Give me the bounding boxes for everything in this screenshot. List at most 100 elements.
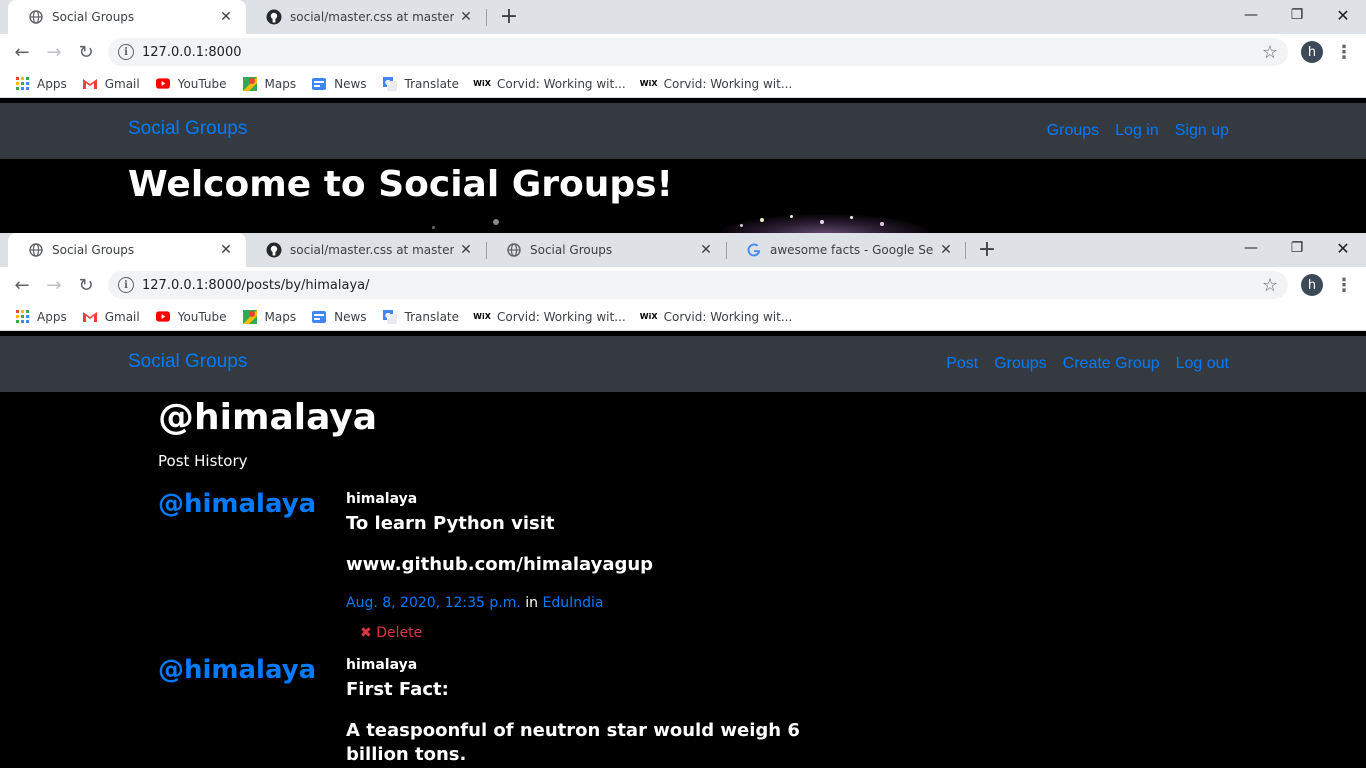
wix-icon: WiX [473,79,491,88]
nav-link-post[interactable]: Post [946,355,978,373]
bookmark-star-icon[interactable]: ☆ [1260,275,1280,296]
bookmark-label: News [334,309,367,324]
bookmark-label: Translate [404,309,460,324]
bookmark-label: Maps [264,309,297,324]
bookmark-translate[interactable]: G Translate [382,76,459,91]
site-brand[interactable]: Social Groups [128,118,247,140]
bookmark-news[interactable]: News [312,309,367,324]
back-button[interactable]: ← [8,271,36,299]
google-icon [746,242,762,258]
bookmark-youtube[interactable]: YouTube [155,77,227,91]
maps-icon [242,309,257,324]
menu-kebab-icon[interactable]: ⋮ [1334,273,1354,297]
tab-github[interactable]: social/master.css at master · Him ✕ [246,233,486,267]
close-icon[interactable]: ✕ [698,242,714,258]
address-url[interactable]: 127.0.0.1:8000/posts/by/himalaya/ [142,278,1260,293]
bookmark-news[interactable]: News [312,76,367,91]
address-url[interactable]: 127.0.0.1:8000 [142,45,1260,60]
bookmark-corvid-2[interactable]: WiX Corvid: Working wit... [640,77,792,91]
nav-links: Post Groups Create Group Log out [946,355,1229,373]
address-bar[interactable]: i 127.0.0.1:8000/posts/by/himalaya/ ☆ [108,271,1288,299]
bookmark-gmail[interactable]: Gmail [82,76,140,91]
bookmark-label: Gmail [104,76,140,91]
info-icon[interactable]: i [118,277,134,293]
restore-button[interactable]: ❐ [1274,233,1320,263]
delete-button[interactable]: ✖ Delete [360,625,422,641]
bookmark-label: Maps [264,76,297,91]
forward-button[interactable]: → [40,38,68,66]
reload-button[interactable]: ↻ [72,38,100,66]
globe-icon [506,242,522,258]
nav-link-login[interactable]: Log in [1115,122,1159,140]
github-icon [266,9,282,25]
back-button[interactable]: ← [8,38,36,66]
bookmark-label: Corvid: Working wit... [663,309,793,324]
close-icon[interactable]: ✕ [458,9,474,25]
tab-title: social/master.css at master · Him [290,10,454,24]
post-group-link[interactable]: EduIndia [542,595,603,611]
browser-toolbar: ← → ↻ i 127.0.0.1:8000 ☆ h ⋮ [0,34,1366,70]
window-close-button[interactable]: ✕ [1320,0,1366,30]
news-icon [312,310,327,324]
bookmark-translate[interactable]: G Translate [382,309,460,324]
nav-link-signup[interactable]: Sign up [1175,122,1229,140]
post-date-link[interactable]: Aug. 8, 2020, 12:35 p.m. [346,595,521,611]
new-tab-button[interactable]: + [497,5,521,29]
svg-text:G: G [385,79,391,87]
bookmark-label: Corvid: Working wit... [497,309,626,324]
new-tab-button[interactable]: + [975,238,999,262]
bookmark-youtube[interactable]: YouTube [155,310,227,324]
post-user-link[interactable]: @himalaya [158,489,316,519]
tab-social-groups[interactable]: Social Groups ✕ [8,0,246,34]
post-user-link[interactable]: @himalaya [158,655,316,685]
info-icon[interactable]: i [118,44,134,60]
apps-grid-icon [15,310,29,324]
bookmark-gmail[interactable]: Gmail [82,310,140,324]
nav-link-groups[interactable]: Groups [994,355,1046,373]
wix-icon: WiX [639,312,658,321]
bookmark-maps[interactable]: Maps [242,76,297,91]
tab-social-groups[interactable]: Social Groups ✕ [8,233,246,267]
nav-link-logout[interactable]: Log out [1176,355,1229,373]
site-navbar: Social Groups Groups Log in Sign up [0,103,1366,159]
profile-avatar[interactable]: h [1301,41,1323,63]
tab-github[interactable]: social/master.css at master · Him ✕ [246,0,486,34]
post-message-line: www.github.com/himalayagup [346,554,654,575]
nav-links: Groups Log in Sign up [1047,122,1229,140]
tab-google-search[interactable]: awesome facts - Google Search ✕ [726,233,966,267]
close-icon[interactable]: ✕ [938,242,954,258]
browser-window-back: Social Groups ✕ social/master.css at mas… [0,0,1366,233]
bookmark-label: Apps [37,309,67,324]
bookmark-label: News [334,76,367,91]
minimize-button[interactable]: — [1228,233,1274,263]
close-icon[interactable]: ✕ [218,242,234,258]
bookmark-corvid-1[interactable]: WiX Corvid: Working wit... [473,77,625,91]
close-icon[interactable]: ✕ [458,242,474,258]
reload-button[interactable]: ↻ [72,271,100,299]
address-bar[interactable]: i 127.0.0.1:8000 ☆ [108,38,1288,66]
svg-text:G: G [385,312,391,320]
window-close-button[interactable]: ✕ [1320,233,1366,263]
nav-link-groups[interactable]: Groups [1047,122,1099,140]
tab-separator [486,9,487,26]
bookmark-corvid-2[interactable]: WiX Corvid: Working wit... [639,309,793,324]
bookmark-apps[interactable]: Apps [15,310,67,324]
restore-button[interactable]: ❐ [1274,0,1320,30]
site-brand[interactable]: Social Groups [128,351,247,373]
tab-strip: Social Groups ✕ social/master.css at mas… [0,0,1366,34]
globe-icon [28,9,44,25]
minimize-button[interactable]: — [1228,0,1274,30]
forward-button[interactable]: → [40,271,68,299]
bookmark-apps[interactable]: Apps [15,77,67,91]
close-icon[interactable]: ✕ [218,9,234,25]
post-history-label: Post History [158,452,248,470]
bookmark-star-icon[interactable]: ☆ [1260,42,1280,63]
gmail-icon [82,77,97,91]
profile-avatar[interactable]: h [1301,274,1323,296]
menu-kebab-icon[interactable]: ⋮ [1334,40,1354,64]
news-icon [312,77,327,91]
nav-link-create-group[interactable]: Create Group [1063,355,1160,373]
bookmark-maps[interactable]: Maps [242,309,297,324]
bookmark-corvid-1[interactable]: WiX Corvid: Working wit... [473,309,626,324]
tab-social-groups-2[interactable]: Social Groups ✕ [486,233,726,267]
